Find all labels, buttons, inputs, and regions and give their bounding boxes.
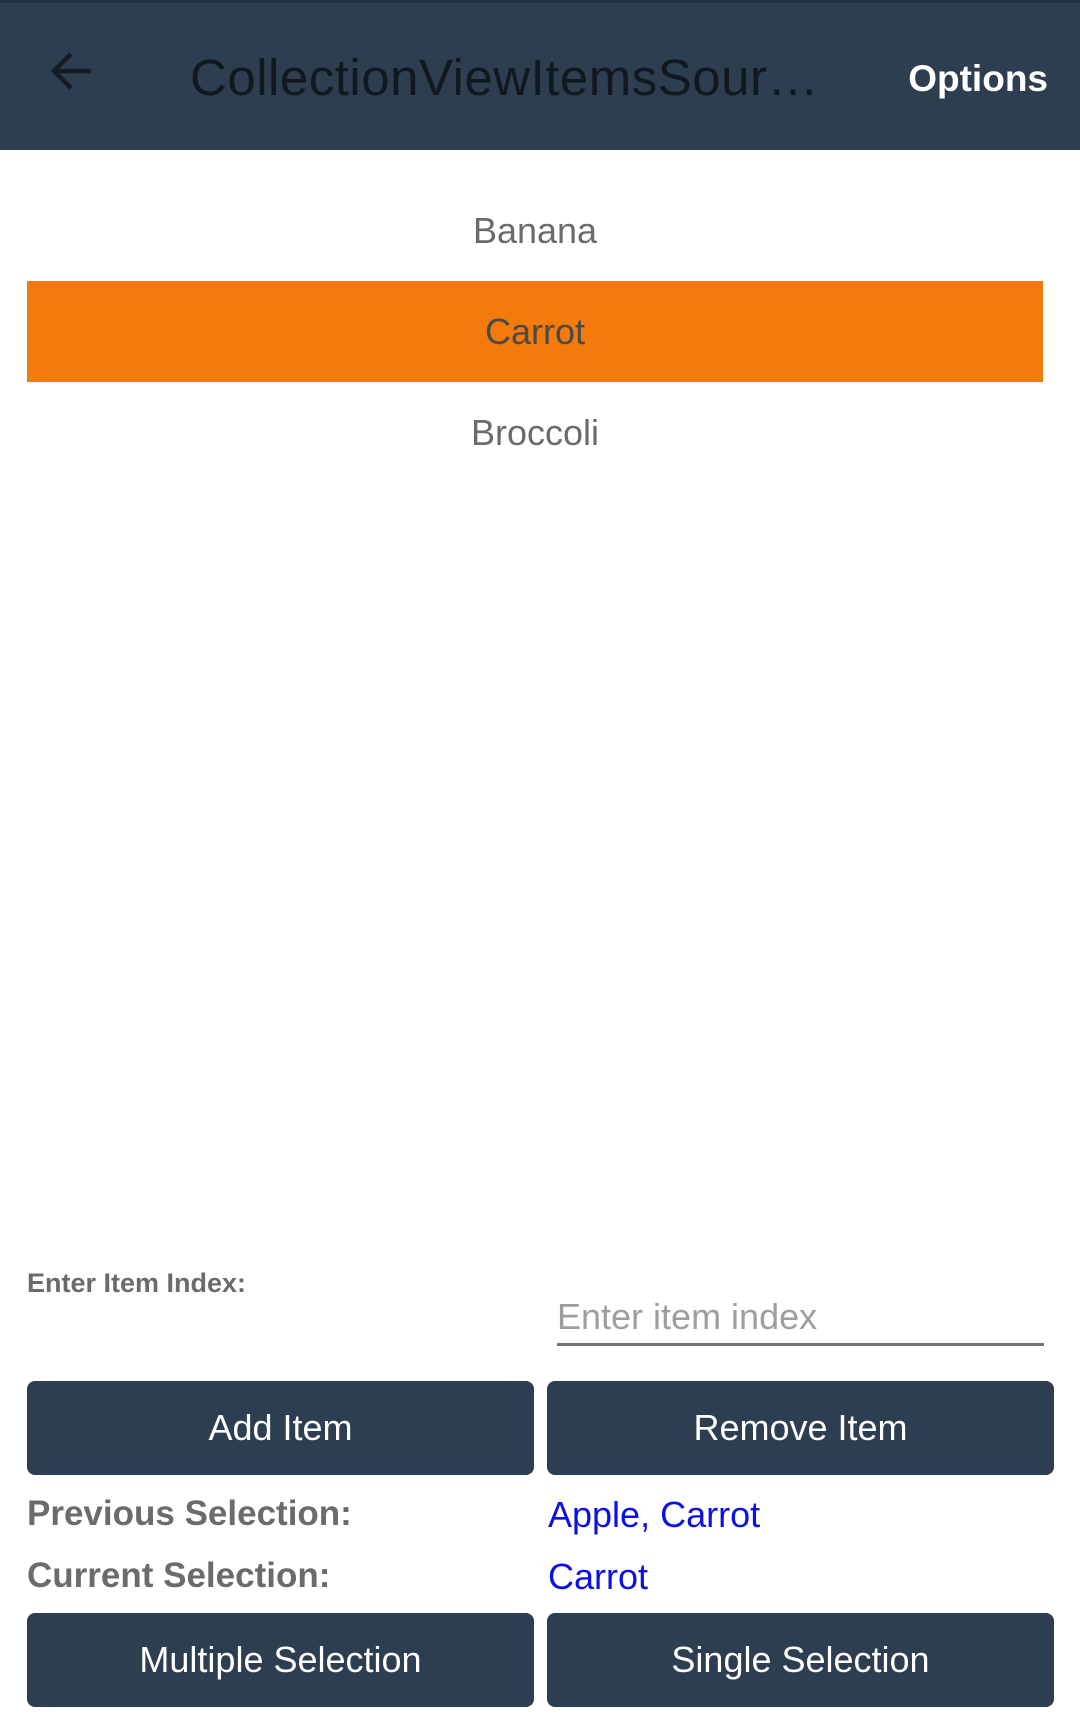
multiple-selection-button[interactable]: Multiple Selection [27, 1613, 534, 1707]
list-item-label: Carrot [484, 310, 586, 352]
multiple-selection-label: Multiple Selection [139, 1639, 422, 1680]
current-selection-label: Current Selection: [27, 1556, 331, 1595]
arrow-left-icon [47, 46, 97, 101]
add-item-label: Add Item [208, 1407, 353, 1448]
add-item-button[interactable]: Add Item [27, 1381, 534, 1475]
remove-item-button[interactable]: Remove Item [547, 1381, 1054, 1475]
item-index-label: Enter Item Index: [27, 1268, 247, 1298]
remove-item-label: Remove Item [693, 1407, 908, 1448]
page-title: CollectionViewItemsSour… [190, 49, 819, 106]
current-selection-value: Carrot [548, 1556, 649, 1597]
previous-selection-label: Previous Selection: [27, 1494, 352, 1533]
single-selection-button[interactable]: Single Selection [547, 1613, 1054, 1707]
single-selection-label: Single Selection [671, 1639, 930, 1680]
options-button[interactable]: Options [908, 51, 1048, 107]
list-item-carrot[interactable]: Carrot [27, 281, 1043, 382]
list-item-banana[interactable]: Banana [27, 180, 1043, 281]
list-item-broccoli[interactable]: Broccoli [27, 382, 1043, 483]
collection-view[interactable]: Banana Carrot Broccoli [27, 180, 1043, 483]
list-item-label: Banana [472, 209, 598, 251]
back-button[interactable] [30, 31, 114, 115]
app-bar: CollectionViewItemsSour… Options [0, 3, 1080, 150]
previous-selection-value: Apple, Carrot [548, 1494, 761, 1535]
list-item-label: Broccoli [470, 411, 600, 453]
item-index-input[interactable] [557, 1290, 1044, 1346]
